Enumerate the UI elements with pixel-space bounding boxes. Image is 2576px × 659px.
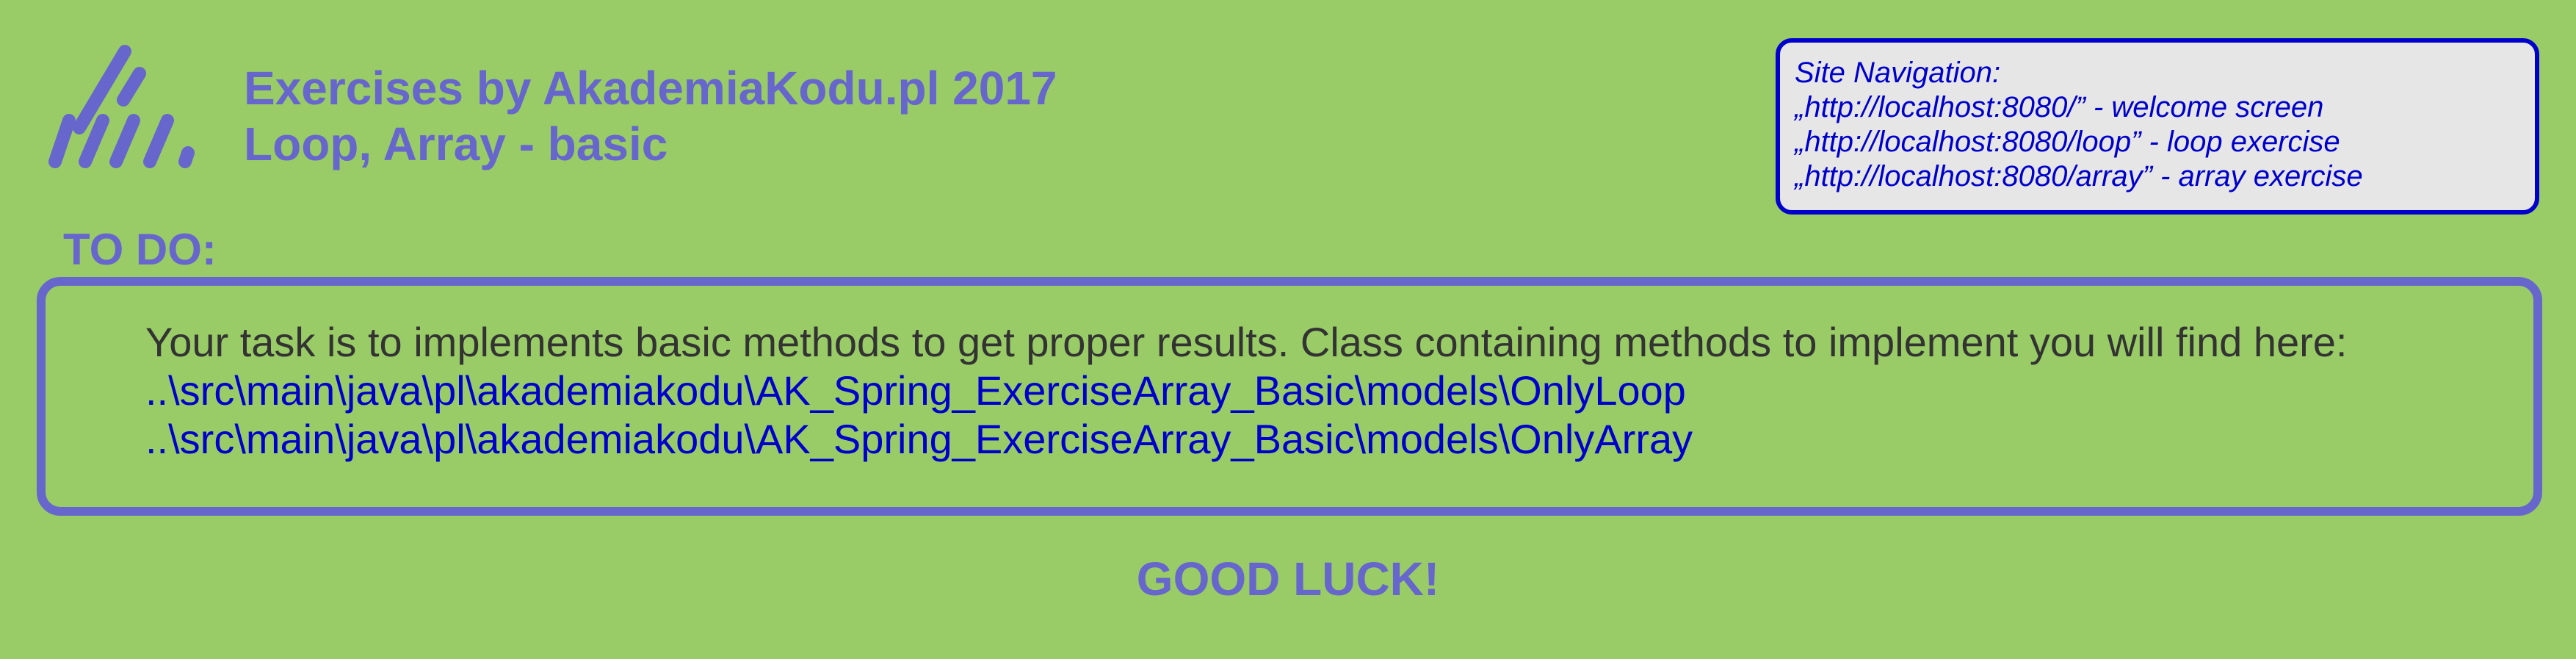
site-navigation-box: Site Navigation: „http://localhost:8080/… [1776,38,2539,215]
nav-item-array: „http://localhost:8080/array” - array ex… [1795,160,2363,192]
nav-item-welcome: „http://localhost:8080/” - welcome scree… [1795,91,2324,123]
akademiakodu-logo-icon [48,45,195,168]
only-loop-path: ..\src\main\java\pl\akademiakodu\AK_Spri… [145,367,1686,414]
page-title-line-1: Exercises by AkademiaKodu.pl 2017 [244,62,1057,115]
task-description: Your task is to implements basic methods… [145,319,2348,365]
only-array-path: ..\src\main\java\pl\akademiakodu\AK_Spri… [145,416,1693,462]
nav-item-loop: „http://localhost:8080/loop” - loop exer… [1795,126,2340,158]
page-title: Exercises by AkademiaKodu.pl 2017 Loop, … [244,60,1057,172]
page-title-line-2: Loop, Array - basic [244,118,668,170]
todo-heading: TO DO: [63,225,217,274]
good-luck-text: GOOD LUCK! [1136,552,1440,605]
site-navigation-heading: Site Navigation: [1795,57,2001,89]
